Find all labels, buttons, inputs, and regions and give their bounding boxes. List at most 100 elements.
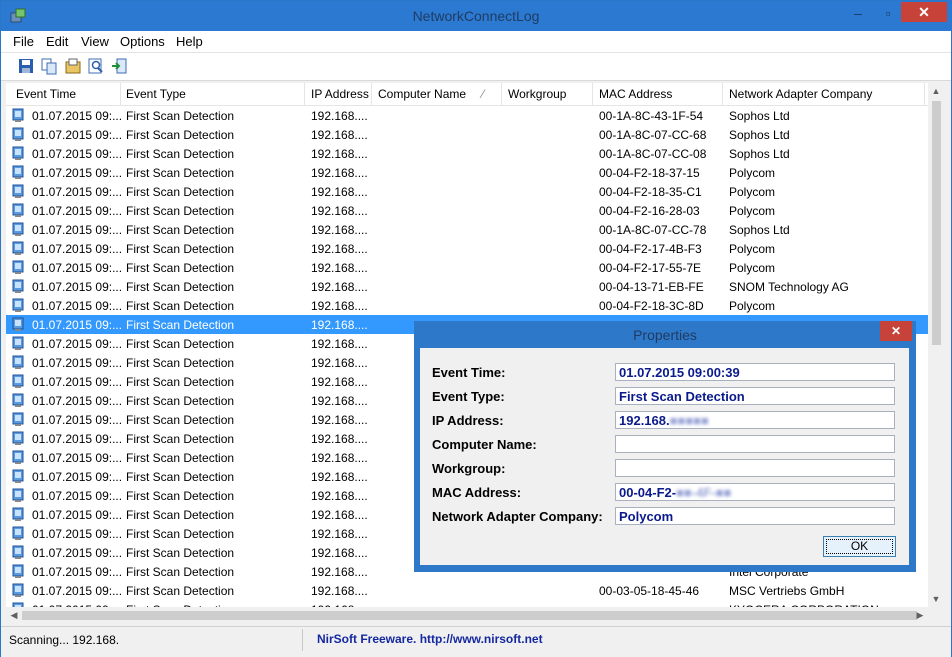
menu-file[interactable]: File	[13, 34, 34, 49]
table-row[interactable]: 01.07.2015 09:...First Scan Detection192…	[6, 239, 942, 258]
table-row[interactable]: 01.07.2015 09:...First Scan Detection192…	[6, 144, 942, 163]
nirsoft-link[interactable]: NirSoft Freeware. http://www.nirsoft.net	[317, 632, 543, 646]
table-row[interactable]: 01.07.2015 09:...First Scan Detection192…	[6, 201, 942, 220]
close-button[interactable]: ✕	[901, 2, 947, 22]
table-row[interactable]: 01.07.2015 09:...First Scan Detection192…	[6, 163, 942, 182]
cell-event-time: 01.07.2015 09:...	[32, 128, 122, 142]
cell-mac-address: 00-04-13-71-EB-FE	[599, 280, 704, 294]
cell-event-time: 01.07.2015 09:...	[32, 584, 122, 598]
cell-network-adapter-company: Sophos Ltd	[729, 109, 790, 123]
table-row[interactable]: 01.07.2015 09:...First Scan Detection192…	[6, 581, 942, 600]
value-event-time[interactable]: 01.07.2015 09:00:39	[615, 363, 895, 381]
vertical-scrollbar[interactable]: ▲ ▼	[928, 83, 945, 607]
menu-options[interactable]: Options	[120, 34, 165, 49]
cell-ip-address: 192.168....	[311, 204, 368, 218]
horizontal-scrollbar[interactable]: ◀ ▶	[6, 607, 928, 624]
cell-ip-address: 192.168....	[311, 128, 368, 142]
table-row[interactable]: 01.07.2015 09:...First Scan Detection192…	[6, 220, 942, 239]
cell-event-time: 01.07.2015 09:...	[32, 223, 122, 237]
table-row[interactable]: 01.07.2015 09:... First Scan Detection 192…	[6, 125, 942, 144]
cell-ip-address: 192.168....	[311, 432, 368, 446]
table-row[interactable]: 01.07.2015 09:...First Scan Detection192…	[6, 182, 942, 201]
find-icon[interactable]	[87, 57, 105, 75]
cell-event-time: 01.07.2015 09:...	[32, 166, 122, 180]
table-row[interactable]: 01.07.2015 09:...First Scan Detection192…	[6, 277, 942, 296]
exit-icon[interactable]	[111, 57, 129, 75]
dialog-body: Event Time: 01.07.2015 09:00:39 Event Ty…	[420, 348, 909, 565]
value-computer-name[interactable]	[615, 435, 895, 453]
cell-event-time: 01.07.2015 09:...	[32, 356, 122, 370]
cell-event-type: First Scan Detection	[126, 128, 235, 142]
cell-event-time: 01.07.2015 09:...	[32, 489, 122, 503]
scroll-left-icon[interactable]: ◀	[6, 607, 22, 623]
cell-ip-address: 192.168....	[311, 508, 368, 522]
cell-event-time: 01.07.2015 09:...	[32, 413, 122, 427]
column-ip-address[interactable]: IP Address	[311, 87, 369, 101]
cell-mac-address: 00-04-F2-16-28-03	[599, 204, 700, 218]
horizontal-scroll-thumb[interactable]	[22, 611, 917, 620]
cell-event-type: First Scan Detection	[126, 185, 235, 199]
title-bar[interactable]: NetworkConnectLog – ▫ ✕	[1, 1, 951, 31]
minimize-button[interactable]: –	[844, 2, 872, 24]
menu-view[interactable]: View	[81, 34, 109, 49]
menu-edit[interactable]: Edit	[46, 34, 68, 49]
table-row[interactable]: 01.07.2015 09:...First Scan Detection192…	[6, 296, 942, 315]
scroll-down-icon[interactable]: ▼	[928, 591, 944, 607]
cell-mac-address: 00-04-F2-18-37-15	[599, 166, 700, 180]
network-device-icon	[12, 450, 24, 465]
column-network-adapter-company[interactable]: Network Adapter Company	[729, 87, 872, 101]
cell-network-adapter-company: Sophos Ltd	[729, 128, 790, 142]
value-network-adapter-company[interactable]: Polycom	[615, 507, 895, 525]
table-row[interactable]: 01.07.2015 09:...First Scan Detection192…	[6, 106, 942, 125]
column-computer-name[interactable]: Computer Name	[378, 87, 466, 101]
value-event-type[interactable]: First Scan Detection	[615, 387, 895, 405]
scroll-up-icon[interactable]: ▲	[928, 83, 944, 99]
cell-event-type: First Scan Detection	[126, 337, 235, 351]
cell-ip-address: 192.168....	[311, 451, 368, 465]
status-bar: Scanning... 192.168. NirSoft Freeware. h…	[1, 626, 951, 657]
cell-ip-address: 192.168....	[311, 337, 368, 351]
dialog-close-button[interactable]: ✕	[880, 321, 912, 341]
label-mac-address: MAC Address:	[432, 485, 522, 500]
menu-help[interactable]: Help	[176, 34, 203, 49]
properties-icon[interactable]	[64, 57, 82, 75]
redacted-ip: ■■■■■	[669, 413, 709, 428]
network-device-icon	[12, 469, 24, 484]
network-device-icon	[12, 241, 24, 256]
vertical-scroll-thumb[interactable]	[932, 101, 941, 345]
network-device-icon	[12, 222, 24, 237]
cell-event-type: First Scan Detection	[126, 451, 235, 465]
column-event-type[interactable]: Event Type	[126, 87, 186, 101]
cell-mac-address: 00-1A-8C-43-1F-54	[599, 109, 704, 123]
cell-network-adapter-company: SNOM Technology AG	[729, 280, 849, 294]
copy-icon[interactable]	[40, 57, 58, 75]
cell-event-time: 01.07.2015 09:...	[32, 147, 122, 161]
value-ip-address[interactable]: 192.168.■■■■■	[615, 411, 895, 429]
table-row[interactable]: 01.07.2015 09:...First Scan Detection192…	[6, 258, 942, 277]
cell-mac-address: 00-04-F2-18-3C-8D	[599, 299, 704, 313]
value-workgroup[interactable]	[615, 459, 895, 477]
ok-button[interactable]: OK	[823, 536, 896, 557]
value-mac-address[interactable]: 00-04-F2-■■-4F-■■	[615, 483, 895, 501]
cell-event-type: First Scan Detection	[126, 565, 235, 579]
cell-event-type: First Scan Detection	[126, 394, 235, 408]
network-device-icon	[12, 127, 24, 142]
table-row[interactable]: 01.07.2015 09:...First Scan Detection192…	[6, 600, 942, 607]
network-device-icon	[12, 336, 24, 351]
save-icon[interactable]	[17, 57, 35, 75]
label-computer-name: Computer Name:	[432, 437, 537, 452]
cell-ip-address: 192.168....	[311, 394, 368, 408]
cell-ip-address: 192.168....	[311, 527, 368, 541]
column-event-time[interactable]: Event Time	[16, 87, 76, 101]
column-workgroup[interactable]: Workgroup	[508, 87, 566, 101]
window-title: NetworkConnectLog	[412, 8, 540, 24]
cell-event-type: First Scan Detection	[126, 413, 235, 427]
column-mac-address[interactable]: MAC Address	[599, 87, 672, 101]
sort-arrow-icon: ⁄	[482, 87, 485, 101]
cell-event-type: First Scan Detection	[126, 584, 235, 598]
toolbar	[1, 53, 951, 81]
scroll-right-icon[interactable]: ▶	[912, 607, 928, 623]
cell-event-time: 01.07.2015 09:...	[32, 337, 122, 351]
maximize-button[interactable]: ▫	[874, 2, 902, 24]
cell-mac-address: 00-04-F2-17-4B-F3	[599, 242, 702, 256]
